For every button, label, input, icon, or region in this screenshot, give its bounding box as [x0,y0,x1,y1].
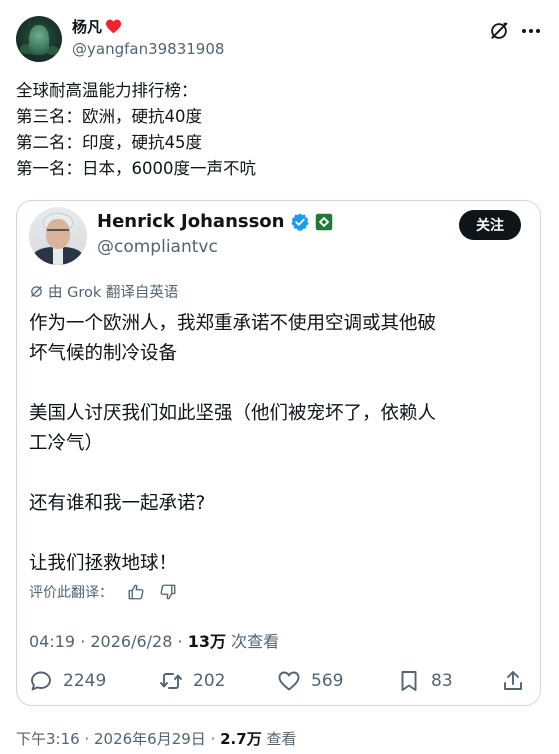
tweet: 杨凡 @yangfan39831908 全球耐高温能力排行榜： 第三名：欧洲，硬… [0,0,559,754]
quote-line: 让我们拯救地球！ [29,553,178,574]
quote-paragraph: 作为一个欧洲人，我郑重承诺不使用空调或其他破 坏气候的制冷设备 [29,309,529,369]
affiliate-icon[interactable] [315,213,333,231]
heart-icon [106,19,122,34]
reply-icon [31,671,51,691]
repost-button[interactable]: 202 [159,669,225,693]
more-icon[interactable] [520,20,542,42]
like-icon [278,671,300,691]
quote-author-handle[interactable]: @compliantvc [97,237,218,257]
quote-author-name-text[interactable]: Henrick Johansson [97,211,285,232]
bookmark-icon [401,671,417,691]
verified-icon [290,212,309,231]
quote-line: 还有谁和我一起承诺? [29,493,206,514]
quoted-tweet[interactable]: Henrick Johansson @compliantvc 关注 由 Grok… [16,200,541,706]
share-button[interactable] [501,669,525,693]
quote-text: 作为一个欧洲人，我郑重承诺不使用空调或其他破 坏气候的制冷设备 美国人讨厌我们如… [29,309,529,609]
thumbs-up-icon[interactable] [127,583,145,601]
tweet-views-count: 2.7万 [220,730,262,748]
bookmark-count: 83 [431,671,453,691]
tweet-views-label: 查看 [266,730,297,748]
bookmark-button[interactable]: 83 [397,669,453,693]
rate-translation: 评价此翻译： [29,582,177,602]
quote-line: 工冷气） [29,433,104,454]
quote-avatar[interactable] [29,207,87,265]
rate-label: 评价此翻译： [29,585,113,601]
post-line: 第一名：日本，6000度一声不吭 [16,159,256,178]
post-line: 全球耐高温能力排行榜： [16,81,198,100]
translated-label[interactable]: 由 Grok 翻译自英语 [29,281,178,302]
quote-views-count: 13万 [187,632,226,651]
reply-button[interactable]: 2249 [29,669,106,693]
repost-count: 202 [193,671,226,691]
follow-button[interactable]: 关注 [459,210,521,240]
author-avatar[interactable] [16,16,62,62]
post-line: 第三名：欧洲，硬抗40度 [16,107,202,126]
post-line: 第二名：印度，硬抗45度 [16,133,202,152]
author-name[interactable]: 杨凡 [72,16,122,37]
author-handle[interactable]: @yangfan39831908 [72,40,224,58]
quote-author-name[interactable]: Henrick Johansson [97,211,333,232]
post-text: 全球耐高温能力排行榜： 第三名：欧洲，硬抗40度 第二名：印度，硬抗45度 第一… [16,78,256,182]
tweet-time[interactable]: 下午3:16 [16,730,80,748]
like-count: 569 [311,671,344,691]
quote-time[interactable]: 04:19 [29,632,75,651]
reply-count: 2249 [63,671,107,691]
grok-icon[interactable] [488,20,510,42]
tweet-date[interactable]: 2026年6月29日 [94,730,206,748]
grok-icon [31,286,42,297]
quote-line: 作为一个欧洲人，我郑重承诺不使用空调或其他破 [29,313,437,334]
quote-line: 美国人讨厌我们如此坚强（他们被宠坏了，依赖人 [29,403,437,424]
quote-views-label: 次查看 [231,632,280,651]
quote-paragraph: 美国人讨厌我们如此坚强（他们被宠坏了，依赖人 工冷气） [29,399,529,459]
action-bar: 2249 202 569 83 [29,669,529,699]
translated-text: 由 Grok 翻译自英语 [48,285,179,301]
share-icon [504,671,522,690]
thumbs-down-icon[interactable] [159,583,177,601]
tweet-meta: 下午3:16 · 2026年6月29日 · 2.7万 查看 [16,730,297,748]
quote-date[interactable]: 2026/6/28 [90,632,172,651]
repost-icon [160,673,182,689]
quote-paragraph: 还有谁和我一起承诺? [29,489,529,519]
quote-paragraph: 让我们拯救地球！ [29,549,529,579]
quote-meta: 04:19 · 2026/6/28 · 13万 次查看 [29,632,280,651]
quote-line: 坏气候的制冷设备 [29,343,178,364]
like-button[interactable]: 569 [277,669,343,693]
author-name-text[interactable]: 杨凡 [72,16,102,37]
